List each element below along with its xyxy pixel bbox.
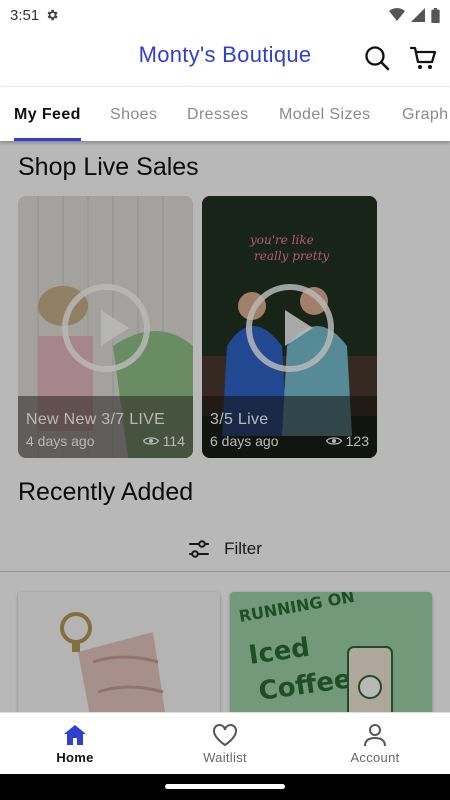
- app-header: Monty's Boutique: [0, 30, 450, 87]
- nav-home-label: Home: [56, 749, 94, 765]
- search-icon[interactable]: [363, 44, 391, 72]
- account-person-icon: [364, 723, 386, 746]
- view-count: 123: [345, 433, 369, 449]
- eye-icon: [325, 437, 342, 445]
- nav-account-label: Account: [350, 749, 400, 765]
- play-icon[interactable]: [62, 284, 150, 372]
- view-count: 114: [162, 433, 185, 449]
- product-image: RUNNING ON Iced Coffee: [230, 592, 432, 712]
- product-card[interactable]: [18, 592, 220, 712]
- heart-icon: [213, 723, 237, 746]
- active-tab-indicator: [14, 138, 81, 141]
- product-image: [18, 592, 220, 712]
- tab-my-feed[interactable]: My Feed: [14, 106, 81, 124]
- play-icon[interactable]: [246, 284, 334, 372]
- status-bar: 3:51: [0, 0, 450, 30]
- tab-shoes[interactable]: Shoes: [110, 106, 157, 124]
- svg-text:really pretty: really pretty: [254, 249, 329, 263]
- tab-graph[interactable]: Graph: [402, 106, 448, 124]
- nav-waitlist[interactable]: Waitlist: [150, 713, 300, 774]
- feed-content: Shop Live Sales New New 3/7 LIVE 4 days …: [0, 141, 450, 712]
- filter-sliders-icon: [189, 539, 210, 558]
- cart-icon[interactable]: [409, 44, 437, 72]
- signal-icon: [411, 8, 425, 22]
- svg-text:you're like: you're like: [249, 233, 314, 247]
- live-sale-card[interactable]: New New 3/7 LIVE 4 days ago 114: [18, 196, 193, 458]
- system-gesture-bar: [0, 774, 450, 800]
- settings-gear-icon: [47, 9, 58, 21]
- live-sale-title: New New 3/7 LIVE: [26, 411, 166, 428]
- live-sale-age: 6 days ago: [210, 433, 279, 449]
- nav-account[interactable]: Account: [300, 713, 450, 774]
- product-card[interactable]: RUNNING ON Iced Coffee: [230, 592, 432, 712]
- battery-icon: [431, 7, 440, 23]
- eye-icon: [142, 437, 159, 445]
- nav-waitlist-label: Waitlist: [203, 749, 247, 765]
- recently-added-heading: Recently Added: [18, 478, 194, 506]
- wifi-icon: [389, 8, 405, 21]
- nav-home[interactable]: Home: [0, 713, 150, 774]
- tab-model-sizes[interactable]: Model Sizes: [279, 106, 371, 124]
- live-sales-heading: Shop Live Sales: [18, 153, 199, 181]
- filter-button[interactable]: Filter: [0, 526, 450, 572]
- tab-dresses[interactable]: Dresses: [187, 106, 248, 124]
- live-sale-card[interactable]: you're like really pretty 3/5 Live 6 day…: [202, 196, 377, 458]
- live-sale-age: 4 days ago: [26, 433, 95, 449]
- home-icon: [64, 724, 86, 745]
- bottom-navigation: Home Waitlist Account: [0, 712, 450, 774]
- category-tabs: My Feed Shoes Dresses Model Sizes Graph: [0, 87, 450, 141]
- status-time: 3:51: [10, 6, 40, 24]
- live-sale-title: 3/5 Live: [210, 411, 269, 428]
- home-gesture-handle[interactable]: [165, 784, 285, 789]
- filter-label: Filter: [224, 538, 262, 558]
